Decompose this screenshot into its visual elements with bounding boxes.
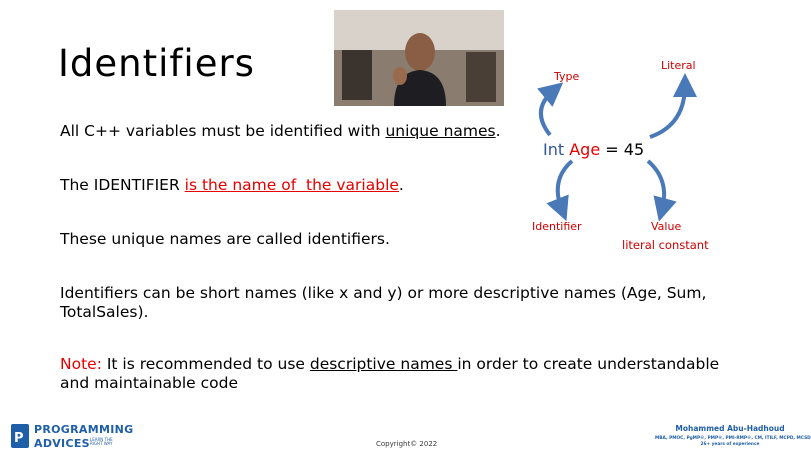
literal-label: Literal	[661, 59, 696, 72]
type-arrow	[537, 82, 564, 137]
identifier-arrow	[546, 159, 574, 222]
logo-line2: ADVICES	[34, 437, 90, 450]
programming-advices-logo: P PROGRAMMING ADVICES LEARN THE RIGHT WA…	[10, 422, 135, 452]
value-label: Value	[651, 220, 682, 233]
type-label: Type	[554, 70, 580, 83]
code-identifier: Age	[569, 140, 601, 159]
unique-names-underlined: unique names	[385, 122, 496, 140]
code-keyword: Int	[543, 140, 565, 159]
literal-constant-label: literal constant	[622, 238, 709, 252]
code-value: = 45	[600, 140, 645, 159]
svg-text:P: P	[14, 431, 24, 446]
slide-title: Identifiers	[58, 42, 255, 85]
identifier-label: Identifier	[532, 220, 582, 233]
descriptive-names-underlined: descriptive names	[309, 355, 458, 373]
author-info: Mohammed Abu-Hadhoud MBA, PMOC, PgMP®, P…	[655, 424, 811, 447]
note-paragraph: Note: It is recommended to use descripti…	[60, 355, 720, 392]
code-example: Int Age = 45	[543, 140, 644, 159]
copyright-text: Copyright© 2022	[376, 440, 438, 448]
author-credentials: MBA, PMOC, PgMP®, PMP®, PMI-RMP®, CM, IT…	[655, 436, 811, 441]
line-short-names: Identifiers can be short names (like x a…	[60, 284, 707, 321]
presenter-video-image	[334, 10, 504, 106]
logo-line1: PROGRAMMING	[34, 423, 134, 436]
logo-tagline: LEARN THE RIGHT WAY	[90, 437, 113, 446]
author-name: Mohammed Abu-Hadhoud	[675, 424, 785, 433]
value-arrow	[646, 159, 677, 222]
identifier-diagram: Type Literal Int Age = 45 Identifier Val…	[520, 55, 790, 255]
identifier-definition-highlight: is the name of the variable	[184, 176, 399, 194]
note-label: Note:	[60, 355, 102, 373]
literal-arrow	[649, 73, 697, 139]
author-experience: 26+ years of experience	[700, 442, 760, 447]
presenter-video[interactable]	[334, 10, 504, 106]
